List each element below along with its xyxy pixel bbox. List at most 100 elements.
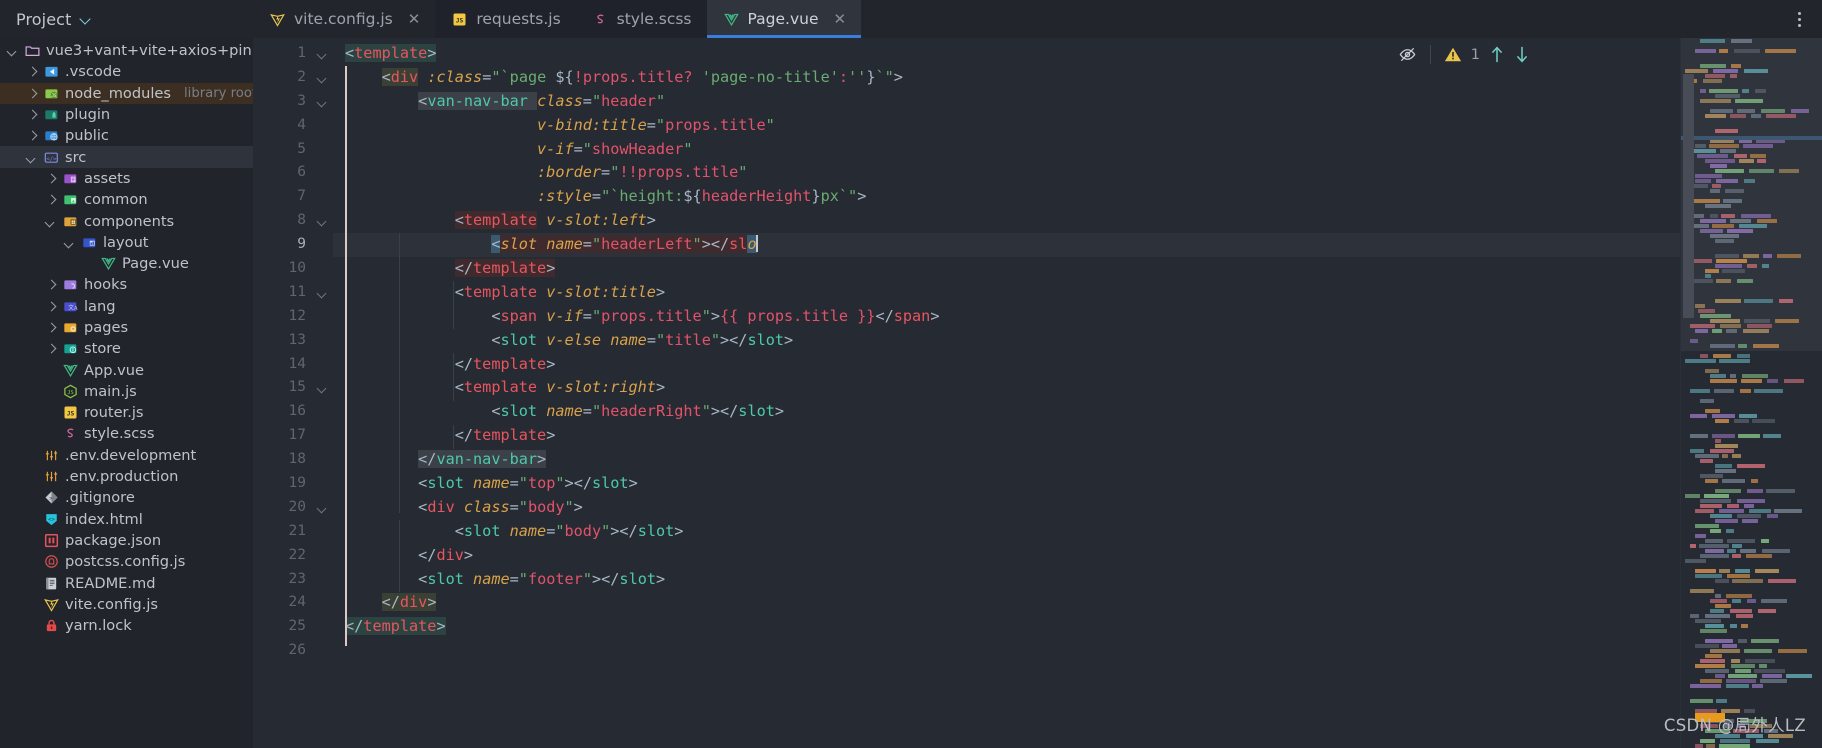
code-line[interactable]: </template>	[333, 615, 1680, 639]
code-line[interactable]: </template>	[333, 424, 1680, 448]
tree-item-envproduction[interactable]: .env.production	[0, 466, 253, 487]
chevron-right-icon[interactable]	[25, 129, 38, 142]
tree-item-node_modules[interactable]: JS node_modules library root	[0, 82, 253, 104]
tree-item-common[interactable]: common	[0, 189, 253, 210]
line-number: 5	[297, 140, 306, 157]
code-line[interactable]: </div>	[333, 591, 1680, 615]
code-line[interactable]: <van-nav-bar class="header"	[333, 90, 1680, 114]
fold-toggle[interactable]	[315, 376, 333, 400]
tree-item-gitignore[interactable]: > .gitignore	[0, 487, 253, 508]
code-line[interactable]: <div :class="`page ${!props.title? 'page…	[333, 66, 1680, 90]
tab-style-scss[interactable]: style.scss	[575, 0, 707, 38]
code-line[interactable]: <slot v-else name="title"></slot>	[333, 329, 1680, 353]
tree-item-yarnlock[interactable]: yarn.lock	[0, 615, 253, 636]
more-options-button[interactable]	[1776, 0, 1822, 38]
chevron-right-icon[interactable]	[25, 87, 38, 100]
tree-item-pages[interactable]: pages	[0, 317, 253, 338]
tree-item-assets[interactable]: assets	[0, 168, 253, 189]
chevron-right-icon[interactable]	[25, 65, 38, 78]
tree-item-appvue[interactable]: App.vue	[0, 359, 253, 380]
tree-item-src[interactable]: </> src	[0, 146, 253, 168]
tree-item-packagejson[interactable]: package.json	[0, 530, 253, 551]
code-line[interactable]: <template v-slot:left>	[333, 209, 1680, 233]
inspection-widget[interactable]: 1	[1398, 45, 1530, 64]
code-lines[interactable]: <template> <div :class="`page ${!props.t…	[333, 38, 1680, 663]
tree-item-envdevelopment[interactable]: .env.development	[0, 445, 253, 466]
code-line[interactable]: <template v-slot:right>	[333, 376, 1680, 400]
eye-off-icon[interactable]	[1398, 45, 1417, 64]
chevron-right-icon[interactable]	[44, 172, 57, 185]
tree-item-layout[interactable]: layout	[0, 232, 253, 253]
project-menu[interactable]: Project	[0, 0, 253, 38]
tree-item-pagevue[interactable]: Page.vue	[0, 253, 253, 274]
tree-item-label: postcss.config.js	[65, 553, 186, 571]
code-line[interactable]: <slot name="headerLeft"></slo	[333, 233, 1680, 258]
tree-item-lang[interactable]: 文A lang	[0, 296, 253, 317]
chevron-right-icon[interactable]	[44, 193, 57, 206]
tree-item-viteconfigjs[interactable]: vite.config.js	[0, 594, 253, 615]
code-line[interactable]: v-bind:title="props.title"	[333, 114, 1680, 138]
warning-triangle-icon[interactable]	[1444, 46, 1462, 63]
fold-toggle[interactable]	[315, 66, 333, 90]
chevron-right-icon[interactable]	[44, 278, 57, 291]
code-line[interactable]: <span v-if="props.title">{{ props.title …	[333, 305, 1680, 329]
tree-item-mainjs[interactable]: JS main.js	[0, 381, 253, 402]
tree-item-label: components	[84, 212, 175, 230]
code-line[interactable]: </van-nav-bar>	[333, 448, 1680, 472]
tab-close-button[interactable]: ✕	[833, 11, 846, 27]
chevron-down-icon[interactable]	[44, 215, 57, 228]
code-content[interactable]: <template> <div :class="`page ${!props.t…	[333, 38, 1680, 748]
fold-toggle[interactable]	[315, 496, 333, 520]
project-tree[interactable]: vue3+vant+vite+axios+pinia+s .vscode JS nod…	[0, 38, 253, 748]
tree-item-readmemd[interactable]: README.md	[0, 572, 253, 593]
minimap-scrollbar[interactable]	[1683, 74, 1694, 318]
tree-item-public[interactable]: public	[0, 125, 253, 146]
tab-vite-config-js[interactable]: vite.config.js ✕	[253, 0, 436, 38]
html-icon: <>	[44, 512, 59, 527]
code-line[interactable]: :style="`height:${headerHeight}px`">	[333, 185, 1680, 209]
chevron-right-icon[interactable]	[44, 300, 57, 313]
tab-close-button[interactable]: ✕	[408, 11, 421, 27]
tree-item-stylescss[interactable]: style.scss	[0, 423, 253, 444]
code-line[interactable]: </div>	[333, 544, 1680, 568]
code-folding-column[interactable]	[315, 38, 333, 748]
code-line[interactable]: :border="!!props.title"	[333, 161, 1680, 185]
tree-item-hooks[interactable]: hooks	[0, 274, 253, 295]
tree-item-postcssconfigjs[interactable]: postcss.config.js	[0, 551, 253, 572]
code-editor[interactable]: 1 2 3 4 5 6 7 8 9 10 11 12 13 14 15 16 17 18 19 20 21 22 23 24 2…	[253, 38, 1822, 748]
chevron-down-icon[interactable]	[25, 151, 38, 164]
svg-text:文A: 文A	[68, 303, 78, 311]
code-line[interactable]: <slot name="footer"></slot>	[333, 568, 1680, 592]
code-line[interactable]: </template>	[333, 257, 1680, 281]
code-line[interactable]: <slot name="body"></slot>	[333, 520, 1680, 544]
tree-item-routerjs[interactable]: JS router.js	[0, 402, 253, 423]
chevron-down-icon[interactable]	[63, 236, 76, 249]
fold-toggle[interactable]	[315, 281, 333, 305]
code-line[interactable]: <div class="body">	[333, 496, 1680, 520]
arrow-up-icon[interactable]	[1489, 45, 1505, 64]
code-line[interactable]: v-if="showHeader"	[333, 138, 1680, 162]
chevron-right-icon[interactable]	[44, 321, 57, 334]
arrow-down-icon[interactable]	[1514, 45, 1530, 64]
tree-item-indexhtml[interactable]: <> index.html	[0, 509, 253, 530]
code-minimap[interactable]	[1680, 38, 1822, 748]
fold-toggle[interactable]	[315, 90, 333, 114]
tree-item-vscode[interactable]: .vscode	[0, 61, 253, 82]
tab-requests-js[interactable]: JS requests.js	[435, 0, 576, 38]
code-line[interactable]: <slot name="headerRight"></slot>	[333, 400, 1680, 424]
tree-item-plugin[interactable]: plugin	[0, 104, 253, 125]
fold-toggle[interactable]	[315, 42, 333, 66]
fold-toggle[interactable]	[315, 209, 333, 233]
tree-item-vue3vantviteaxiospinias[interactable]: vue3+vant+vite+axios+pinia+s	[0, 40, 253, 61]
code-line[interactable]: </template>	[333, 353, 1680, 377]
tree-item-components[interactable]: components	[0, 210, 253, 231]
code-line[interactable]: <slot name="top"></slot>	[333, 472, 1680, 496]
chevron-right-icon[interactable]	[44, 342, 57, 355]
tree-item-store[interactable]: store	[0, 338, 253, 359]
tab-Page-vue[interactable]: Page.vue ✕	[706, 0, 862, 38]
chevron-right-icon[interactable]	[25, 108, 38, 121]
chevron-down-icon[interactable]	[6, 44, 19, 57]
code-line[interactable]	[333, 639, 1680, 663]
code-line[interactable]: <template v-slot:title>	[333, 281, 1680, 305]
